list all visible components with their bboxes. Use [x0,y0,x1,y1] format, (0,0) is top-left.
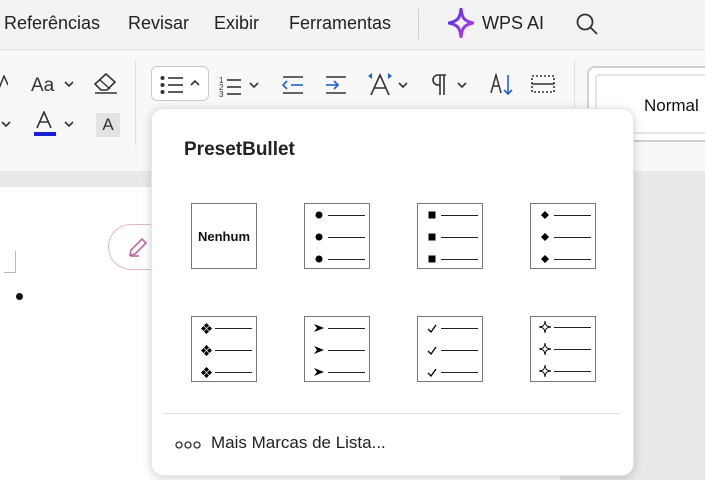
four-diamond-icon [200,344,212,356]
table-border-icon[interactable] [531,74,555,94]
arrowhead-icon [313,366,325,378]
search-icon[interactable] [575,12,599,36]
four-diamond-icon [200,366,212,378]
checkmark-icon [426,322,438,334]
change-case-label: Aa [31,75,55,96]
round-dot-icon [313,231,325,243]
menu-divider [418,9,419,39]
menu-view[interactable]: Exibir [214,13,259,34]
chevron-down-icon[interactable] [0,117,14,131]
increase-indent-icon[interactable] [324,75,348,95]
checkmark-icon [426,366,438,378]
bullet-option-square[interactable] [417,203,483,269]
paragraph-mark-icon[interactable] [430,73,470,97]
numbering-icon[interactable]: 123 [219,75,263,97]
bullet-option-four-point-star[interactable] [530,316,596,382]
square-bullet-icon [426,253,438,265]
menu-bar: Referências Revisar Exibir Ferramentas W… [0,0,705,50]
bullet-option-diamond[interactable] [530,203,596,269]
four-point-star-icon [539,365,551,377]
arrowhead-icon [313,322,325,334]
menu-wps-ai[interactable]: WPS AI [482,13,544,34]
svg-text:3: 3 [219,90,224,97]
bullet-none-label: Nenhum [198,229,250,244]
preset-bullet-dropdown: PresetBullet Nenhum Mais Marcas de Lista… [151,108,634,476]
bullet-option-round-dot[interactable] [304,203,370,269]
sort-icon[interactable] [489,73,517,97]
four-diamond-icon [200,322,212,334]
dropdown-title: PresetBullet [184,139,295,160]
margin-corner-mark [4,251,16,273]
toolbar-divider [135,61,136,145]
font-color-icon[interactable] [33,111,77,139]
diamond-bullet-icon [539,209,551,221]
diamond-bullet-icon [539,231,551,243]
more-bullets-label: Mais Marcas de Lista... [211,433,386,452]
four-point-star-icon [539,343,551,355]
decrease-indent-icon[interactable] [281,75,305,95]
change-case-icon[interactable]: Aa [31,71,75,97]
bullet-option-checkmark[interactable] [417,316,483,382]
more-bullets-link[interactable]: Mais Marcas de Lista... [175,430,435,456]
bullet-option-four-diamond[interactable] [191,316,257,382]
character-shading-icon[interactable]: A [96,113,120,137]
more-dots-icon [175,437,201,449]
pencil-icon [127,236,149,258]
four-point-star-icon [539,321,551,333]
square-bullet-icon [426,231,438,243]
checkmark-icon [426,344,438,356]
font-size-grow-icon[interactable] [0,75,8,91]
list-bullet [16,293,23,300]
menu-references[interactable]: Referências [4,13,100,34]
bullets-button[interactable] [151,66,209,101]
square-bullet-icon [426,209,438,221]
chevron-up-icon[interactable] [189,77,201,89]
bullets-icon [160,75,184,95]
clear-format-icon[interactable] [93,72,119,96]
line-spacing-icon[interactable] [367,71,411,99]
diamond-bullet-icon [539,253,551,265]
menu-review[interactable]: Revisar [128,13,189,34]
bullet-option-arrowhead[interactable] [304,316,370,382]
style-normal-label[interactable]: Normal [644,96,699,116]
arrowhead-icon [313,344,325,356]
round-dot-icon [313,209,325,221]
round-dot-icon [313,253,325,265]
bullet-option-none[interactable]: Nenhum [191,203,257,269]
menu-tools[interactable]: Ferramentas [289,13,391,34]
dropdown-divider [163,413,620,414]
sparkle-star-icon[interactable] [447,7,475,39]
